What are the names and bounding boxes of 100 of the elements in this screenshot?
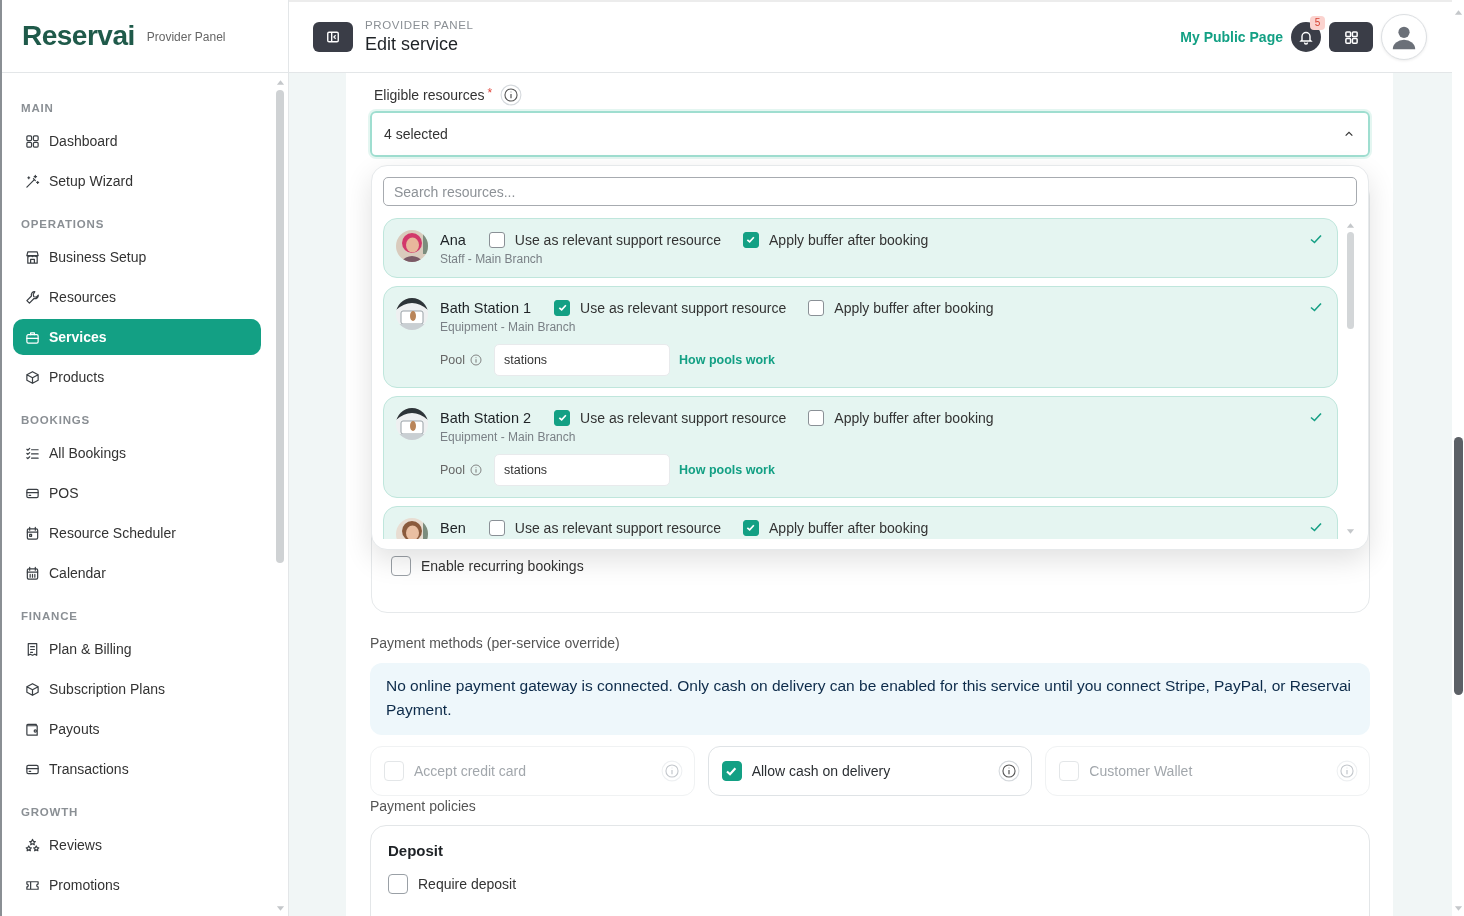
search-field[interactable]: Search resources...	[383, 177, 1357, 206]
checkbox[interactable]	[391, 556, 411, 576]
wallet-icon	[25, 721, 40, 737]
field-label: Pool	[440, 463, 466, 477]
nav-item[interactable]: POS	[13, 475, 261, 511]
checkmark-icon	[556, 412, 568, 424]
sidebar-toggle-button[interactable]	[313, 22, 353, 52]
nav-item[interactable]: Business Setup	[13, 239, 261, 275]
checkbox-label: Enable recurring bookings	[421, 558, 584, 574]
section-label: OPERATIONS	[20, 217, 106, 232]
check-icon	[1309, 300, 1323, 314]
checkbox-label: Use as relevant support resource	[580, 410, 787, 426]
nav-item[interactable]: Promotions	[13, 867, 261, 903]
checkbox[interactable]	[388, 874, 408, 894]
checkbox-label: Use as relevant support resource	[514, 232, 722, 248]
checkbox-label: Use as relevant support resource	[514, 520, 722, 536]
scroll-up-arrow-icon[interactable]	[1345, 222, 1355, 228]
checkmark-icon	[745, 522, 757, 534]
info-icon[interactable]	[470, 354, 483, 366]
checkmark-icon	[745, 234, 757, 246]
nav-item[interactable]: Dashboard	[13, 123, 261, 159]
scrollbar-thumb[interactable]	[1346, 232, 1354, 329]
resource-subtitle: Staff - Main Branch	[440, 252, 544, 266]
scroll-down-arrow-icon[interactable]	[1453, 906, 1463, 912]
checkbox[interactable]	[488, 520, 505, 536]
checkbox-label: Apply buffer after booking	[834, 300, 994, 316]
nav-item[interactable]: Subscription Plans	[13, 671, 261, 707]
nav-item[interactable]: Setup Wizard	[13, 163, 261, 199]
store-icon	[25, 249, 40, 265]
sidebar-icon	[326, 30, 340, 44]
apps-button[interactable]	[1329, 22, 1373, 52]
section-label: BOOKINGS	[20, 413, 91, 428]
pool-input-field[interactable]: stations	[494, 344, 671, 376]
nav-item[interactable]: Reviews	[13, 827, 261, 863]
check-icon	[1309, 410, 1323, 424]
resource-option[interactable]: Bath Station 2 Use as relevant support resource Apply buffer after booking Equipment - Main Branch Pool stations How pools work	[383, 396, 1338, 498]
checklist-icon	[25, 445, 40, 461]
checkbox-label: Apply buffer after booking	[769, 232, 929, 248]
checkmark-icon	[556, 302, 568, 314]
pool-input-field[interactable]: stations	[494, 454, 671, 486]
info-icon[interactable]	[470, 464, 483, 476]
grid-icon	[1343, 29, 1359, 45]
scrollbar-thumb[interactable]	[1453, 437, 1463, 695]
cube-icon	[25, 681, 40, 697]
checkbox-label: Require deposit	[418, 876, 517, 892]
check-icon	[1309, 520, 1323, 534]
bell-icon	[1298, 29, 1314, 45]
breadcrumb: PROVIDER PANEL	[365, 19, 474, 31]
section-label: FINANCE	[20, 609, 79, 624]
wrench-icon	[25, 289, 40, 305]
scroll-up-arrow-icon[interactable]	[1453, 9, 1463, 15]
check-icon	[1309, 232, 1323, 246]
nav-item[interactable]: Payouts	[13, 711, 261, 747]
checkbox[interactable]	[808, 300, 825, 316]
section-label: GROWTH	[20, 805, 80, 820]
checkbox-label: Apply buffer after booking	[834, 410, 994, 426]
section-label: MAIN	[20, 101, 55, 116]
nav-item[interactable]: Resources	[13, 279, 261, 315]
option-label: Accept credit card	[414, 763, 528, 779]
checkbox[interactable]	[743, 520, 760, 536]
resource-option[interactable]: Ana Use as relevant support resource Apply buffer after booking Staff - Main Branch	[383, 218, 1338, 278]
logo: Reservai	[22, 20, 135, 52]
calendar-icon	[25, 565, 40, 581]
nav-item[interactable]: Calendar	[13, 555, 261, 591]
resource-name: Ben	[440, 520, 466, 536]
field-label: Eligible resources	[374, 87, 485, 103]
checkbox[interactable]	[488, 232, 505, 248]
checkbox-label: Apply buffer after booking	[769, 520, 929, 536]
section-label: Payment policies	[370, 797, 477, 815]
nav-item[interactable]: All Bookings	[13, 435, 261, 471]
scrollbar-thumb[interactable]	[276, 90, 284, 563]
checkbox[interactable]	[808, 410, 825, 426]
nav-item[interactable]: Transactions	[13, 751, 261, 787]
page-title: Edit service	[365, 34, 460, 55]
resource-option[interactable]: Ben Use as relevant support resource Apply buffer after booking	[383, 506, 1338, 539]
user-avatar-button[interactable]	[1381, 14, 1427, 60]
briefcase-icon	[25, 329, 40, 345]
brand-subtitle: Provider Panel	[146, 30, 226, 44]
resource-name: Bath Station 1	[440, 300, 532, 316]
payment-option[interactable]: Allow cash on delivery	[707, 746, 1033, 796]
option-label: Customer Wallet	[1089, 763, 1194, 779]
checkbox[interactable]	[721, 761, 742, 781]
scroll-down-arrow-icon[interactable]	[1345, 529, 1355, 535]
checkbox[interactable]	[743, 232, 760, 248]
nav-item[interactable]: Resource Scheduler	[13, 515, 261, 551]
section-label: Payment methods (per-service override)	[370, 634, 621, 652]
cube-icon	[25, 369, 40, 385]
stars-icon	[25, 837, 40, 853]
nav-item[interactable]: Plan & Billing	[13, 631, 261, 667]
checkbox[interactable]	[554, 410, 571, 426]
checkbox[interactable]	[554, 300, 571, 316]
chevron-icon	[1344, 129, 1354, 139]
scroll-up-arrow-icon[interactable]	[275, 79, 285, 85]
nav-item[interactable]: Products	[13, 359, 261, 395]
resource-option[interactable]: Bath Station 1 Use as relevant support resource Apply buffer after booking Equipment - Main Branch Pool stations How pools work	[383, 286, 1338, 388]
card-title: Deposit	[388, 842, 444, 859]
grid-icon	[25, 133, 40, 149]
option-label: Allow cash on delivery	[751, 763, 892, 779]
scroll-down-arrow-icon[interactable]	[275, 906, 285, 912]
resources-select[interactable]: 4 selected	[370, 111, 1370, 157]
